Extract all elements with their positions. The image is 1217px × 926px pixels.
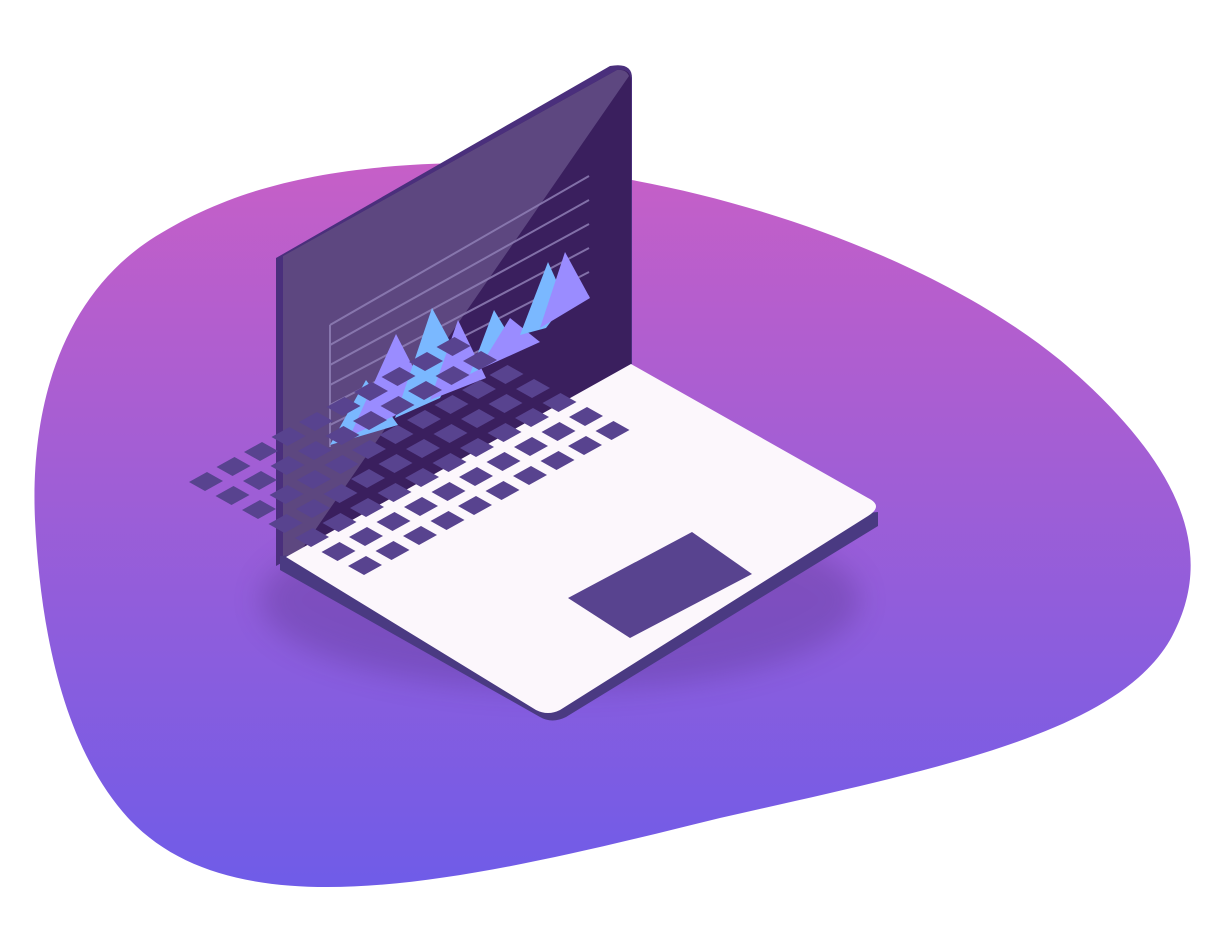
illustration-svg — [34, 65, 1191, 888]
illustration-scene — [0, 0, 1217, 926]
